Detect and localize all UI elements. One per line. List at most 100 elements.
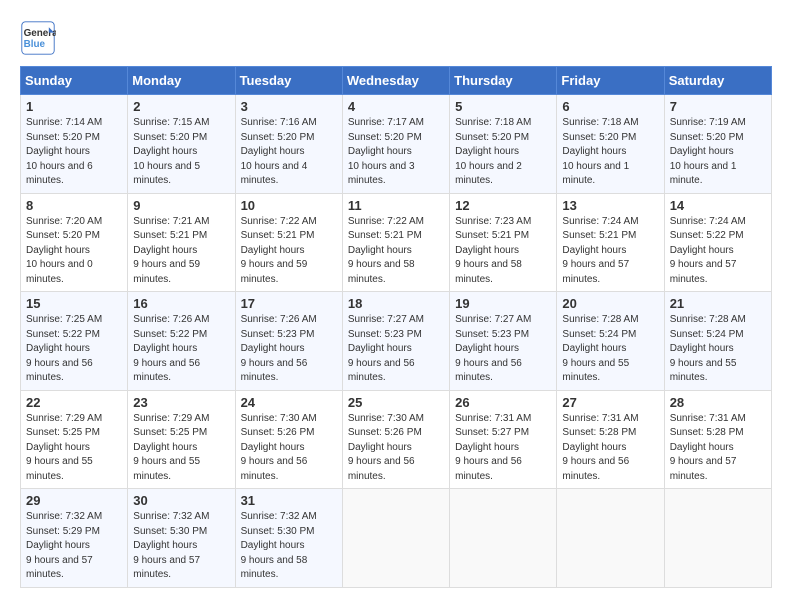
day-number: 26 — [455, 395, 551, 410]
day-number: 29 — [26, 493, 122, 508]
header-friday: Friday — [557, 67, 664, 95]
day-info: Sunrise: 7:26 AM Sunset: 5:22 PM Dayligh… — [133, 313, 229, 386]
day-cell: 1 Sunrise: 7:14 AM Sunset: 5:20 PM Dayli… — [21, 95, 128, 194]
day-number: 16 — [133, 296, 229, 311]
day-info: Sunrise: 7:30 AM Sunset: 5:26 PM Dayligh… — [348, 412, 444, 485]
day-cell: 29 Sunrise: 7:32 AM Sunset: 5:29 PM Dayl… — [21, 489, 128, 588]
week-row-2: 8 Sunrise: 7:20 AM Sunset: 5:20 PM Dayli… — [21, 193, 772, 292]
day-info: Sunrise: 7:32 AM Sunset: 5:30 PM Dayligh… — [241, 510, 337, 583]
day-cell: 9 Sunrise: 7:21 AM Sunset: 5:21 PM Dayli… — [128, 193, 235, 292]
day-number: 13 — [562, 198, 658, 213]
day-cell: 3 Sunrise: 7:16 AM Sunset: 5:20 PM Dayli… — [235, 95, 342, 194]
day-cell — [342, 489, 449, 588]
day-cell: 12 Sunrise: 7:23 AM Sunset: 5:21 PM Dayl… — [450, 193, 557, 292]
day-cell — [450, 489, 557, 588]
day-cell: 19 Sunrise: 7:27 AM Sunset: 5:23 PM Dayl… — [450, 292, 557, 391]
day-number: 31 — [241, 493, 337, 508]
day-info: Sunrise: 7:16 AM Sunset: 5:20 PM Dayligh… — [241, 116, 337, 189]
day-cell: 26 Sunrise: 7:31 AM Sunset: 5:27 PM Dayl… — [450, 390, 557, 489]
day-cell: 5 Sunrise: 7:18 AM Sunset: 5:20 PM Dayli… — [450, 95, 557, 194]
day-cell: 7 Sunrise: 7:19 AM Sunset: 5:20 PM Dayli… — [664, 95, 771, 194]
day-cell: 2 Sunrise: 7:15 AM Sunset: 5:20 PM Dayli… — [128, 95, 235, 194]
day-info: Sunrise: 7:31 AM Sunset: 5:27 PM Dayligh… — [455, 412, 551, 485]
day-cell: 14 Sunrise: 7:24 AM Sunset: 5:22 PM Dayl… — [664, 193, 771, 292]
svg-text:Blue: Blue — [24, 39, 46, 50]
day-number: 25 — [348, 395, 444, 410]
day-info: Sunrise: 7:28 AM Sunset: 5:24 PM Dayligh… — [670, 313, 766, 386]
day-number: 3 — [241, 99, 337, 114]
day-number: 27 — [562, 395, 658, 410]
day-number: 11 — [348, 198, 444, 213]
header-tuesday: Tuesday — [235, 67, 342, 95]
header-saturday: Saturday — [664, 67, 771, 95]
day-number: 22 — [26, 395, 122, 410]
header-wednesday: Wednesday — [342, 67, 449, 95]
day-info: Sunrise: 7:25 AM Sunset: 5:22 PM Dayligh… — [26, 313, 122, 386]
day-info: Sunrise: 7:28 AM Sunset: 5:24 PM Dayligh… — [562, 313, 658, 386]
header-sunday: Sunday — [21, 67, 128, 95]
day-number: 30 — [133, 493, 229, 508]
day-info: Sunrise: 7:27 AM Sunset: 5:23 PM Dayligh… — [455, 313, 551, 386]
day-number: 21 — [670, 296, 766, 311]
day-cell — [664, 489, 771, 588]
day-cell: 13 Sunrise: 7:24 AM Sunset: 5:21 PM Dayl… — [557, 193, 664, 292]
day-info: Sunrise: 7:19 AM Sunset: 5:20 PM Dayligh… — [670, 116, 766, 189]
header-row: SundayMondayTuesdayWednesdayThursdayFrid… — [21, 67, 772, 95]
page-header: General Blue — [20, 20, 772, 56]
day-number: 18 — [348, 296, 444, 311]
day-cell: 22 Sunrise: 7:29 AM Sunset: 5:25 PM Dayl… — [21, 390, 128, 489]
day-cell: 18 Sunrise: 7:27 AM Sunset: 5:23 PM Dayl… — [342, 292, 449, 391]
day-cell: 23 Sunrise: 7:29 AM Sunset: 5:25 PM Dayl… — [128, 390, 235, 489]
day-cell: 17 Sunrise: 7:26 AM Sunset: 5:23 PM Dayl… — [235, 292, 342, 391]
day-cell: 6 Sunrise: 7:18 AM Sunset: 5:20 PM Dayli… — [557, 95, 664, 194]
day-cell: 28 Sunrise: 7:31 AM Sunset: 5:28 PM Dayl… — [664, 390, 771, 489]
day-cell: 30 Sunrise: 7:32 AM Sunset: 5:30 PM Dayl… — [128, 489, 235, 588]
day-info: Sunrise: 7:24 AM Sunset: 5:22 PM Dayligh… — [670, 215, 766, 288]
day-info: Sunrise: 7:20 AM Sunset: 5:20 PM Dayligh… — [26, 215, 122, 288]
day-info: Sunrise: 7:15 AM Sunset: 5:20 PM Dayligh… — [133, 116, 229, 189]
logo: General Blue — [20, 20, 62, 56]
week-row-1: 1 Sunrise: 7:14 AM Sunset: 5:20 PM Dayli… — [21, 95, 772, 194]
day-number: 10 — [241, 198, 337, 213]
week-row-4: 22 Sunrise: 7:29 AM Sunset: 5:25 PM Dayl… — [21, 390, 772, 489]
day-info: Sunrise: 7:27 AM Sunset: 5:23 PM Dayligh… — [348, 313, 444, 386]
week-row-5: 29 Sunrise: 7:32 AM Sunset: 5:29 PM Dayl… — [21, 489, 772, 588]
day-cell: 4 Sunrise: 7:17 AM Sunset: 5:20 PM Dayli… — [342, 95, 449, 194]
day-number: 8 — [26, 198, 122, 213]
day-cell: 20 Sunrise: 7:28 AM Sunset: 5:24 PM Dayl… — [557, 292, 664, 391]
day-info: Sunrise: 7:22 AM Sunset: 5:21 PM Dayligh… — [241, 215, 337, 288]
logo-icon: General Blue — [20, 20, 56, 56]
day-number: 20 — [562, 296, 658, 311]
day-number: 17 — [241, 296, 337, 311]
day-cell — [557, 489, 664, 588]
day-info: Sunrise: 7:17 AM Sunset: 5:20 PM Dayligh… — [348, 116, 444, 189]
day-info: Sunrise: 7:29 AM Sunset: 5:25 PM Dayligh… — [133, 412, 229, 485]
day-number: 12 — [455, 198, 551, 213]
day-info: Sunrise: 7:21 AM Sunset: 5:21 PM Dayligh… — [133, 215, 229, 288]
day-cell: 25 Sunrise: 7:30 AM Sunset: 5:26 PM Dayl… — [342, 390, 449, 489]
day-number: 5 — [455, 99, 551, 114]
day-number: 9 — [133, 198, 229, 213]
day-cell: 10 Sunrise: 7:22 AM Sunset: 5:21 PM Dayl… — [235, 193, 342, 292]
day-number: 2 — [133, 99, 229, 114]
day-cell: 31 Sunrise: 7:32 AM Sunset: 5:30 PM Dayl… — [235, 489, 342, 588]
day-cell: 11 Sunrise: 7:22 AM Sunset: 5:21 PM Dayl… — [342, 193, 449, 292]
day-info: Sunrise: 7:18 AM Sunset: 5:20 PM Dayligh… — [455, 116, 551, 189]
header-monday: Monday — [128, 67, 235, 95]
day-info: Sunrise: 7:24 AM Sunset: 5:21 PM Dayligh… — [562, 215, 658, 288]
day-cell: 24 Sunrise: 7:30 AM Sunset: 5:26 PM Dayl… — [235, 390, 342, 489]
day-number: 7 — [670, 99, 766, 114]
day-number: 28 — [670, 395, 766, 410]
day-cell: 15 Sunrise: 7:25 AM Sunset: 5:22 PM Dayl… — [21, 292, 128, 391]
day-info: Sunrise: 7:26 AM Sunset: 5:23 PM Dayligh… — [241, 313, 337, 386]
day-number: 14 — [670, 198, 766, 213]
day-info: Sunrise: 7:22 AM Sunset: 5:21 PM Dayligh… — [348, 215, 444, 288]
day-cell: 8 Sunrise: 7:20 AM Sunset: 5:20 PM Dayli… — [21, 193, 128, 292]
day-info: Sunrise: 7:29 AM Sunset: 5:25 PM Dayligh… — [26, 412, 122, 485]
day-info: Sunrise: 7:31 AM Sunset: 5:28 PM Dayligh… — [562, 412, 658, 485]
calendar-table: SundayMondayTuesdayWednesdayThursdayFrid… — [20, 66, 772, 588]
day-info: Sunrise: 7:32 AM Sunset: 5:30 PM Dayligh… — [133, 510, 229, 583]
day-info: Sunrise: 7:31 AM Sunset: 5:28 PM Dayligh… — [670, 412, 766, 485]
day-info: Sunrise: 7:23 AM Sunset: 5:21 PM Dayligh… — [455, 215, 551, 288]
day-number: 6 — [562, 99, 658, 114]
